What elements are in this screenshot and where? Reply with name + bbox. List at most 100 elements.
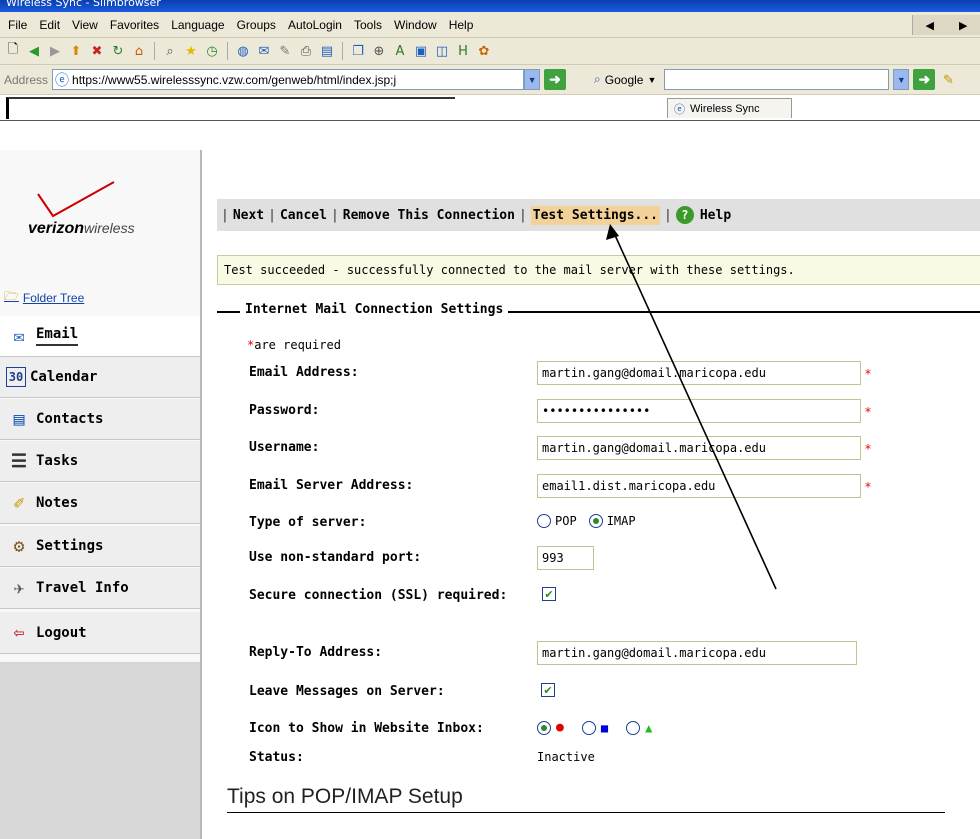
menu-tools[interactable]: Tools bbox=[354, 18, 382, 32]
inbox-icon-row: Icon to Show in Website Inbox: ● ■ ▲ bbox=[247, 717, 980, 739]
highlight-icon[interactable]: ✎ bbox=[939, 71, 957, 89]
port-field[interactable]: 993 bbox=[537, 546, 594, 570]
red-dot-radio[interactable] bbox=[537, 720, 551, 735]
sidebar-item-contacts[interactable]: ▤ Contacts bbox=[0, 399, 200, 440]
sidebar-item-tasks[interactable]: ☰ Tasks bbox=[0, 441, 200, 482]
pop-radio[interactable] bbox=[537, 514, 551, 528]
mail-icon[interactable]: ✉ bbox=[255, 42, 273, 60]
password-row: Password: ••••••••••••••• * bbox=[247, 399, 980, 423]
folder-tree-link[interactable]: 🗁 Folder Tree bbox=[4, 287, 84, 308]
menu-edit[interactable]: Edit bbox=[39, 18, 60, 32]
menu-file[interactable]: File bbox=[8, 18, 27, 32]
search-icon[interactable]: ⌕ bbox=[161, 42, 179, 60]
divider: | bbox=[664, 207, 672, 223]
imap-label: IMAP bbox=[606, 514, 636, 528]
leave-messages-checkbox[interactable]: ✔ bbox=[541, 683, 555, 697]
window-title: Wireless Sync - Slimbrowser bbox=[6, 0, 161, 9]
scroll-left-icon[interactable]: ◀ bbox=[926, 19, 934, 32]
test-settings-button[interactable]: Test Settings... bbox=[530, 205, 661, 225]
notes-icon: ✐ bbox=[13, 492, 25, 514]
next-button[interactable]: Next bbox=[233, 208, 264, 223]
status-row: Status: Inactive bbox=[247, 746, 980, 768]
help-icon[interactable]: ? bbox=[675, 206, 694, 224]
sidebar-item-logout[interactable]: ⇦ Logout bbox=[0, 612, 200, 654]
status-message-text: Test succeeded - successfully connected … bbox=[224, 263, 795, 277]
url-text: https://www55.wirelesssync.vzw.com/genwe… bbox=[72, 72, 397, 87]
search-engine-icon: ⌕ bbox=[594, 72, 601, 86]
globe-icon[interactable]: ◍ bbox=[234, 42, 252, 60]
required-star: * bbox=[865, 442, 871, 456]
menu-view[interactable]: View bbox=[72, 18, 98, 32]
server-field[interactable]: email1.dist.maricopa.edu bbox=[537, 474, 861, 498]
email-row: Email Address: martin.gang@domail.marico… bbox=[247, 361, 980, 385]
favorites-icon[interactable]: ★ bbox=[182, 42, 200, 60]
history-icon[interactable]: ◷ bbox=[203, 42, 221, 60]
scroll-right-icon[interactable]: ▶ bbox=[959, 19, 967, 32]
menu-help[interactable]: Help bbox=[449, 18, 474, 32]
sidebar-item-email[interactable]: ✉ Email bbox=[0, 316, 200, 357]
password-field[interactable]: ••••••••••••••• bbox=[537, 399, 861, 423]
blue-square-radio[interactable] bbox=[581, 720, 596, 735]
password-label: Password: bbox=[249, 403, 320, 418]
status-label: Status: bbox=[249, 750, 304, 765]
search-input[interactable] bbox=[664, 69, 890, 90]
window-icon[interactable]: ❐ bbox=[349, 42, 367, 60]
forward-icon[interactable]: ▶ bbox=[46, 42, 64, 60]
new-page-icon[interactable]: 🗋 bbox=[4, 42, 22, 60]
cascade-icon[interactable]: ◫ bbox=[433, 42, 451, 60]
settings-icon: ⚙ bbox=[13, 535, 25, 557]
tile-icon[interactable]: ▣ bbox=[412, 42, 430, 60]
menu-window[interactable]: Window bbox=[394, 18, 437, 32]
stop-icon[interactable]: ✖ bbox=[88, 42, 106, 60]
help-button[interactable]: Help bbox=[700, 208, 731, 223]
sidebar-item-label: Tasks bbox=[36, 453, 79, 469]
remove-connection-button[interactable]: Remove This Connection bbox=[343, 208, 515, 223]
tasks-icon: ☰ bbox=[10, 450, 28, 472]
menu-groups[interactable]: Groups bbox=[237, 18, 276, 32]
search-engine-button[interactable]: ⌕ Google ▼ bbox=[594, 72, 656, 87]
menu-language[interactable]: Language bbox=[171, 18, 224, 32]
cancel-button[interactable]: Cancel bbox=[280, 208, 327, 223]
username-field[interactable]: martin.gang@domail.maricopa.edu bbox=[537, 436, 861, 460]
url-input[interactable]: ⓔ https://www55.wirelesssync.vzw.com/gen… bbox=[52, 69, 525, 90]
home-icon[interactable]: ⌂ bbox=[130, 42, 148, 60]
sidebar-footer bbox=[0, 662, 200, 839]
ssl-checkbox[interactable]: ✔ bbox=[542, 587, 556, 601]
menu-autologin[interactable]: AutoLogin bbox=[288, 18, 342, 32]
sidebar-item-calendar[interactable]: 30 Calendar bbox=[0, 357, 200, 398]
sidebar-item-settings[interactable]: ⚙ Settings bbox=[0, 526, 200, 567]
redacted-tab-area bbox=[6, 97, 455, 119]
zoom-icon[interactable]: ⊕ bbox=[370, 42, 388, 60]
html-icon[interactable]: H bbox=[454, 42, 472, 60]
reply-to-field[interactable]: martin.gang@domail.maricopa.edu bbox=[537, 641, 857, 665]
back-icon[interactable]: ◀ bbox=[25, 42, 43, 60]
menu-favorites[interactable]: Favorites bbox=[110, 18, 159, 32]
home-up-icon[interactable]: ⬆ bbox=[67, 42, 85, 60]
print-icon[interactable]: ⎙ bbox=[297, 42, 315, 60]
tab-wireless-sync[interactable]: ⓔ Wireless Sync bbox=[667, 98, 792, 118]
url-dropdown-icon[interactable]: ▼ bbox=[524, 69, 541, 90]
inbox-icon-label: Icon to Show in Website Inbox: bbox=[249, 721, 484, 736]
search-go-button[interactable]: ➜ bbox=[913, 69, 936, 90]
refresh-icon[interactable]: ↻ bbox=[109, 42, 127, 60]
imap-radio[interactable] bbox=[588, 514, 603, 528]
server-row: Email Server Address: email1.dist.marico… bbox=[247, 474, 980, 498]
sidebar-item-label: Email bbox=[36, 326, 79, 346]
main-panel: | Next | Cancel | Remove This Connection… bbox=[200, 150, 980, 839]
required-star: * bbox=[865, 480, 871, 494]
status-message: Test succeeded - successfully connected … bbox=[217, 255, 980, 285]
email-field[interactable]: martin.gang@domail.maricopa.edu bbox=[537, 361, 861, 385]
ie-page-icon: ⓔ bbox=[674, 103, 685, 116]
skin-icon[interactable]: ✿ bbox=[475, 42, 493, 60]
font-icon[interactable]: A bbox=[391, 42, 409, 60]
go-button[interactable]: ➜ bbox=[544, 69, 567, 90]
required-star: * bbox=[865, 405, 871, 419]
edit-icon[interactable]: ▤ bbox=[318, 42, 336, 60]
sidebar-item-travel-info[interactable]: ✈ Travel Info bbox=[0, 568, 200, 609]
tools-icon[interactable]: ✎ bbox=[276, 42, 294, 60]
green-triangle-radio[interactable] bbox=[626, 720, 641, 735]
divider: | bbox=[221, 207, 229, 223]
required-note: *are required bbox=[247, 338, 341, 352]
search-dropdown-icon[interactable]: ▼ bbox=[893, 69, 910, 90]
sidebar-item-notes[interactable]: ✐ Notes bbox=[0, 483, 200, 524]
